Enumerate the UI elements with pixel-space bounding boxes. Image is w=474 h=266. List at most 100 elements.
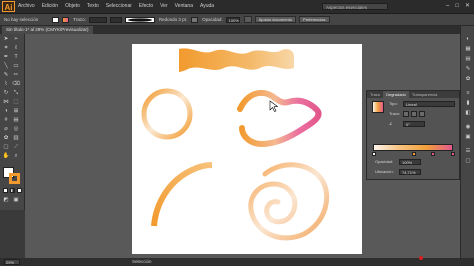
eyedropper-icon[interactable]: ⌀ bbox=[2, 126, 10, 133]
brush-definition[interactable] bbox=[124, 16, 155, 23]
gradient-tool-icon[interactable]: ▤ bbox=[12, 117, 20, 124]
document-tab-bar: Sin título-1* al 29% (CMYK/Previsualizar… bbox=[0, 26, 460, 34]
angle-icon: ∠ bbox=[389, 121, 393, 126]
pencil-icon[interactable]: ✏ bbox=[12, 72, 20, 79]
illustrator-logo: Ai bbox=[2, 1, 15, 12]
paintbrush-icon[interactable]: ✎ bbox=[2, 72, 10, 79]
pen-tool-icon[interactable]: ✒ bbox=[2, 54, 10, 61]
lasso-icon[interactable]: ℓ bbox=[12, 45, 20, 52]
symbol-sprayer-icon[interactable]: ✿ bbox=[2, 135, 10, 142]
type-label: Tipo: bbox=[389, 101, 398, 106]
fill-swatch[interactable] bbox=[52, 16, 60, 23]
style-swatch[interactable] bbox=[191, 16, 199, 23]
gradient-slider[interactable] bbox=[373, 144, 453, 151]
width-tool-icon[interactable]: ⋈ bbox=[2, 99, 10, 106]
gradient-type-select[interactable]: Lineal bbox=[403, 101, 455, 107]
perspective-grid-icon[interactable]: ⊞ bbox=[12, 108, 20, 115]
menu-seleccionar[interactable]: Seleccionar bbox=[106, 0, 132, 13]
gradient-stop[interactable] bbox=[412, 152, 416, 156]
blob-brush-icon[interactable]: ⌇ bbox=[2, 81, 10, 88]
stroke-swatch[interactable] bbox=[62, 16, 70, 23]
main-menu: Archivo Edición Objeto Texto Seleccionar… bbox=[18, 0, 221, 13]
angle-field[interactable]: 0° bbox=[403, 121, 425, 127]
color-mode-icon[interactable] bbox=[3, 188, 8, 193]
appearance-icon[interactable]: ◉ bbox=[464, 124, 472, 131]
menu-ver[interactable]: Ver bbox=[160, 0, 168, 13]
rectangle-tool-icon[interactable]: ▭ bbox=[12, 63, 20, 70]
menu-bar: Ai Archivo Edición Objeto Texto Seleccio… bbox=[0, 0, 474, 14]
tab-stroke[interactable]: Trazo bbox=[367, 91, 383, 98]
document-setup-button[interactable]: Ajustar documento bbox=[254, 16, 297, 23]
eraser-icon[interactable]: ⌫ bbox=[12, 81, 20, 88]
magic-wand-icon[interactable]: ✶ bbox=[2, 45, 10, 52]
menu-texto[interactable]: Texto bbox=[87, 0, 99, 13]
color-panel-icon[interactable]: ◐ bbox=[464, 36, 472, 43]
menu-archivo[interactable]: Archivo bbox=[18, 0, 35, 13]
brush-name: Redondo 3 pt. bbox=[158, 17, 188, 22]
maximize-icon[interactable]: □ bbox=[455, 2, 459, 10]
rotate-tool-icon[interactable]: ↻ bbox=[2, 90, 10, 97]
free-transform-icon[interactable]: ⬚ bbox=[12, 99, 20, 106]
menu-efecto[interactable]: Efecto bbox=[139, 0, 153, 13]
none-mode-icon[interactable] bbox=[17, 188, 22, 193]
status-bar: 29% Selección bbox=[0, 258, 474, 266]
menu-edicion[interactable]: Edición bbox=[42, 0, 58, 13]
stop-location-field[interactable]: 74,71% bbox=[399, 169, 421, 175]
stroke-within-icon[interactable] bbox=[403, 111, 409, 117]
graphic-styles-icon[interactable]: ▣ bbox=[464, 134, 472, 141]
layers-icon[interactable]: ☰ bbox=[464, 148, 472, 155]
zoom-level[interactable]: 29% bbox=[4, 259, 20, 265]
minimize-icon[interactable]: – bbox=[446, 2, 449, 10]
brushes-icon[interactable]: ✎ bbox=[464, 66, 472, 73]
stroke-weight-field[interactable] bbox=[88, 16, 107, 23]
workspace-switcher[interactable]: Aspectos esenciales bbox=[322, 3, 388, 10]
artboard[interactable] bbox=[132, 44, 362, 254]
menu-ayuda[interactable]: Ayuda bbox=[200, 0, 214, 13]
screen-mode-icon[interactable]: ▣ bbox=[12, 197, 20, 204]
orange-arc bbox=[151, 162, 213, 227]
gradient-thumbnail[interactable] bbox=[372, 101, 384, 113]
hand-tool-icon[interactable]: ✋ bbox=[2, 153, 10, 160]
type-tool-icon[interactable]: T bbox=[12, 54, 20, 61]
document-tab[interactable]: Sin título-1* al 29% (CMYK/Previsualizar… bbox=[2, 26, 93, 34]
drawing-mode-icon[interactable]: ◩ bbox=[2, 197, 10, 204]
gradient-mode-icon[interactable] bbox=[10, 188, 15, 193]
stroke-color-box[interactable] bbox=[9, 173, 20, 184]
close-icon[interactable]: ✕ bbox=[465, 2, 470, 10]
variable-width-profile[interactable] bbox=[109, 16, 122, 23]
blend-tool-icon[interactable]: ◎ bbox=[12, 126, 20, 133]
gradient-ring bbox=[141, 88, 193, 140]
stroke-along-icon[interactable] bbox=[411, 111, 417, 117]
artboard-tool-icon[interactable]: ▢ bbox=[2, 144, 10, 151]
zoom-tool-icon[interactable]: ⌕ bbox=[12, 153, 20, 160]
stroke-across-icon[interactable] bbox=[419, 111, 425, 117]
panel-dock: ◐ ▦ ▤ ✎ ✿ ≡ ▮ ◧ ◉ ▣ ☰ ▢ bbox=[460, 26, 474, 258]
shape-builder-icon[interactable]: ◑ bbox=[2, 108, 10, 115]
stroke-panel-icon[interactable]: ≡ bbox=[464, 90, 472, 97]
scale-tool-icon[interactable]: ⤡ bbox=[12, 90, 20, 97]
line-tool-icon[interactable]: ╲ bbox=[2, 63, 10, 70]
opacity-field[interactable]: 100% bbox=[225, 16, 240, 23]
transparency-icon[interactable]: ◧ bbox=[464, 110, 472, 117]
gradient-stop[interactable] bbox=[372, 152, 376, 156]
tab-transparency[interactable]: Transparencia bbox=[409, 91, 440, 98]
mesh-tool-icon[interactable]: # bbox=[2, 117, 10, 124]
gradient-spiral bbox=[248, 162, 330, 241]
selection-tool-icon[interactable]: ➤ bbox=[2, 36, 10, 43]
artboards-icon[interactable]: ▢ bbox=[464, 158, 472, 165]
menu-objeto[interactable]: Objeto bbox=[65, 0, 80, 13]
tab-gradient[interactable]: Degradado bbox=[383, 91, 409, 98]
color-guide-icon[interactable]: ▦ bbox=[464, 46, 472, 53]
stop-opacity-field[interactable]: 100% bbox=[399, 159, 421, 165]
gradient-stop[interactable] bbox=[431, 152, 435, 156]
style-dropdown[interactable] bbox=[243, 16, 252, 23]
swatches-icon[interactable]: ▤ bbox=[464, 56, 472, 63]
gradient-stop[interactable] bbox=[451, 152, 455, 156]
preferences-button[interactable]: Preferencias bbox=[299, 16, 330, 23]
direct-selection-tool-icon[interactable]: ➢ bbox=[12, 36, 20, 43]
slice-tool-icon[interactable]: ⟋ bbox=[12, 144, 20, 151]
symbols-icon[interactable]: ✿ bbox=[464, 76, 472, 83]
gradient-panel-icon[interactable]: ▮ bbox=[464, 100, 472, 107]
graph-tool-icon[interactable]: ▥ bbox=[12, 135, 20, 142]
menu-ventana[interactable]: Ventana bbox=[175, 0, 193, 13]
